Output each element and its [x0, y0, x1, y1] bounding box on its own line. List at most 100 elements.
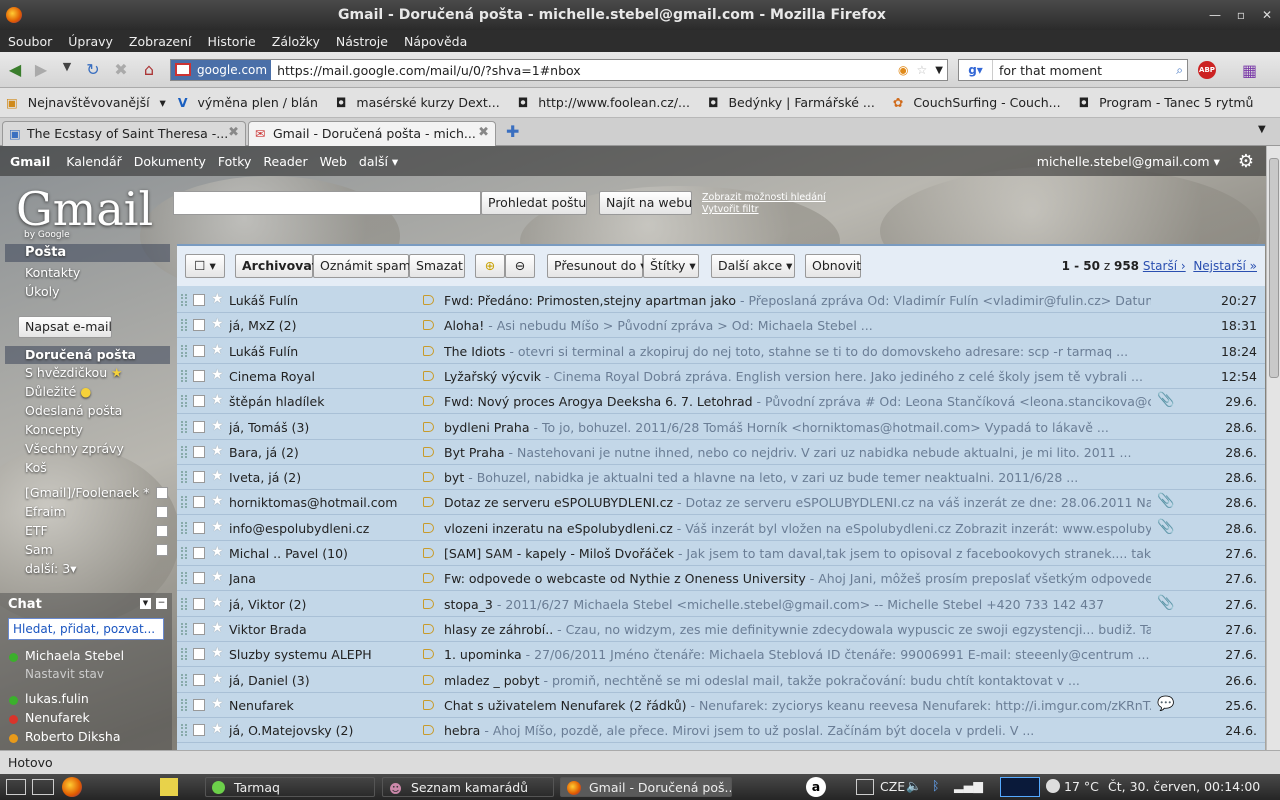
star-icon[interactable]: ★	[211, 443, 224, 459]
history-dropdown-icon[interactable]: ▼	[56, 60, 78, 80]
drag-handle-icon[interactable]	[181, 598, 187, 610]
bookmark-couchsurfing[interactable]: ✿ CouchSurfing - Couch...	[887, 95, 1073, 110]
tab-close-icon[interactable]: ✖	[478, 125, 489, 140]
email-row[interactable]: ★ já, MxZ (2) Aloha! - Asi nebudu Míšo > P…	[177, 313, 1265, 338]
star-icon[interactable]: ★	[211, 595, 224, 611]
drag-handle-icon[interactable]	[181, 496, 187, 508]
importance-marker-icon[interactable]	[423, 599, 434, 609]
menu-napoveda[interactable]: Nápověda	[396, 34, 475, 49]
network-graph-icon[interactable]	[1000, 777, 1040, 797]
gbar-more[interactable]: další ▾	[353, 154, 404, 169]
page-scrollbar[interactable]	[1266, 146, 1280, 750]
email-checkbox[interactable]	[193, 572, 205, 584]
google-engine-icon[interactable]: g▾	[959, 60, 993, 80]
importance-marker-icon[interactable]	[423, 396, 434, 406]
menu-upravy[interactable]: Úpravy	[60, 34, 121, 49]
star-icon[interactable]: ★	[211, 316, 224, 332]
display-icon[interactable]	[856, 779, 874, 795]
drag-handle-icon[interactable]	[181, 421, 187, 433]
bluetooth-icon[interactable]: ᛒ	[932, 778, 940, 793]
importance-marker-icon[interactable]	[423, 295, 434, 305]
importance-marker-icon[interactable]	[423, 649, 434, 659]
label-color-swatch[interactable]	[156, 506, 168, 518]
gbar-kalendar[interactable]: Kalendář	[60, 154, 127, 169]
email-row[interactable]: ★ Lukáš Fulín The Idiots - otevri si termi…	[177, 339, 1265, 364]
labels-more[interactable]: další: 3▾	[25, 561, 76, 576]
clock[interactable]: Čt, 30. červen, 00:14:00	[1108, 779, 1260, 794]
star-icon[interactable]: ★	[211, 291, 224, 307]
nav-ukoly[interactable]: Úkoly	[25, 284, 59, 299]
email-checkbox[interactable]	[193, 598, 205, 610]
gear-icon[interactable]: ⚙	[1226, 151, 1266, 172]
star-icon[interactable]: ★	[211, 645, 224, 661]
email-checkbox[interactable]	[193, 345, 205, 357]
gbar-web[interactable]: Web	[314, 154, 353, 169]
home-icon[interactable]: ⌂	[138, 60, 160, 80]
show-desktop-icon[interactable]	[6, 779, 26, 795]
gmail-logo[interactable]: Gmail by Google	[16, 182, 153, 240]
create-filter-link[interactable]: Vytvořit filtr	[702, 204, 759, 215]
email-row[interactable]: ★ Jana Fw: odpovede o webcaste od Nythie z…	[177, 566, 1265, 591]
star-icon[interactable]: ★	[211, 468, 224, 484]
tab-ecstasy[interactable]: ▣ The Ecstasy of Saint Theresa -... ✖	[2, 121, 246, 146]
chat-contact[interactable]: lukas.fulin	[25, 691, 89, 706]
star-icon[interactable]: ★	[211, 342, 224, 358]
email-row[interactable]: ★ info@espolubydleni.cz vlozeni inzeratu n…	[177, 516, 1265, 541]
label-color-swatch[interactable]	[156, 525, 168, 537]
email-checkbox[interactable]	[193, 648, 205, 660]
star-icon[interactable]: ★	[211, 519, 224, 535]
select-checkbox-dropdown[interactable]: ☐ ▾	[185, 254, 225, 278]
importance-marker-icon[interactable]	[423, 497, 434, 507]
text-editor-icon[interactable]	[160, 778, 178, 796]
email-checkbox[interactable]	[193, 623, 205, 635]
star-icon[interactable]: ★	[211, 721, 224, 737]
nav-drafts[interactable]: Koncepty	[25, 422, 83, 437]
drag-handle-icon[interactable]	[181, 446, 187, 458]
drag-handle-icon[interactable]	[181, 345, 187, 357]
nav-all-mail[interactable]: Všechny zprávy	[25, 441, 124, 456]
drag-handle-icon[interactable]	[181, 674, 187, 686]
importance-marker-icon[interactable]	[423, 548, 434, 558]
account-menu[interactable]: michelle.stebel@gmail.com ▾	[1031, 154, 1226, 169]
star-icon[interactable]: ★	[211, 367, 224, 383]
label-etf[interactable]: ETF	[25, 523, 48, 538]
drag-handle-icon[interactable]	[181, 724, 187, 736]
mark-important-icon[interactable]: ⊕	[475, 254, 505, 278]
bookmark-vymena-plen[interactable]: V výměna plen / blán	[172, 95, 330, 110]
task-tarmaq[interactable]: Tarmaq	[205, 777, 375, 797]
refresh-button[interactable]: Obnovit	[805, 254, 861, 278]
nav-starred[interactable]: S hvězdičkou ★	[25, 365, 122, 380]
email-row[interactable]: ★ Lukáš Fulín Fwd: Předáno: Primosten,stej…	[177, 288, 1265, 313]
star-icon[interactable]: ★	[211, 493, 224, 509]
email-checkbox[interactable]	[193, 674, 205, 686]
tab-gmail[interactable]: ✉ Gmail - Doručená pošta - mich... ✖	[248, 121, 496, 146]
mark-unimportant-icon[interactable]: ⊖	[505, 254, 535, 278]
importance-marker-icon[interactable]	[423, 523, 434, 533]
more-actions-button[interactable]: Další akce ▾	[711, 254, 795, 278]
avant-icon[interactable]: a	[806, 777, 826, 797]
archive-button[interactable]: Archivovat	[235, 254, 318, 278]
email-checkbox[interactable]	[193, 471, 205, 483]
chat-contact[interactable]: Nenufarek	[25, 710, 90, 725]
email-checkbox[interactable]	[193, 294, 205, 306]
menu-nastroje[interactable]: Nástroje	[328, 34, 396, 49]
back-icon[interactable]: ◀	[4, 60, 26, 80]
firefox-launcher-icon[interactable]	[62, 777, 82, 797]
email-checkbox[interactable]	[193, 446, 205, 458]
maximize-icon[interactable]: ▫	[1228, 8, 1254, 22]
email-checkbox[interactable]	[193, 522, 205, 534]
site-identity-badge[interactable]: google.com	[171, 60, 272, 80]
nav-sent[interactable]: Odeslaná pošta	[25, 403, 122, 418]
volume-icon[interactable]: 🔈	[906, 778, 922, 794]
email-row[interactable]: ★ Bara, já (2) Byt Praha - Nastehovani je …	[177, 440, 1265, 465]
close-icon[interactable]: ✕	[1254, 8, 1280, 22]
menu-zalozky[interactable]: Záložky	[264, 34, 328, 49]
stop-icon[interactable]: ✖	[110, 60, 132, 80]
email-row[interactable]: ★ já, Tomáš (3) bydleni Praha - To jo, boh…	[177, 415, 1265, 440]
web-search-input[interactable]: for that moment	[993, 63, 1172, 78]
label-color-swatch[interactable]	[156, 544, 168, 556]
drag-handle-icon[interactable]	[181, 294, 187, 306]
menu-historie[interactable]: Historie	[200, 34, 264, 49]
email-row[interactable]: ★ horniktomas@hotmail.com Dotaz ze serveru…	[177, 490, 1265, 515]
importance-marker-icon[interactable]	[423, 447, 434, 457]
